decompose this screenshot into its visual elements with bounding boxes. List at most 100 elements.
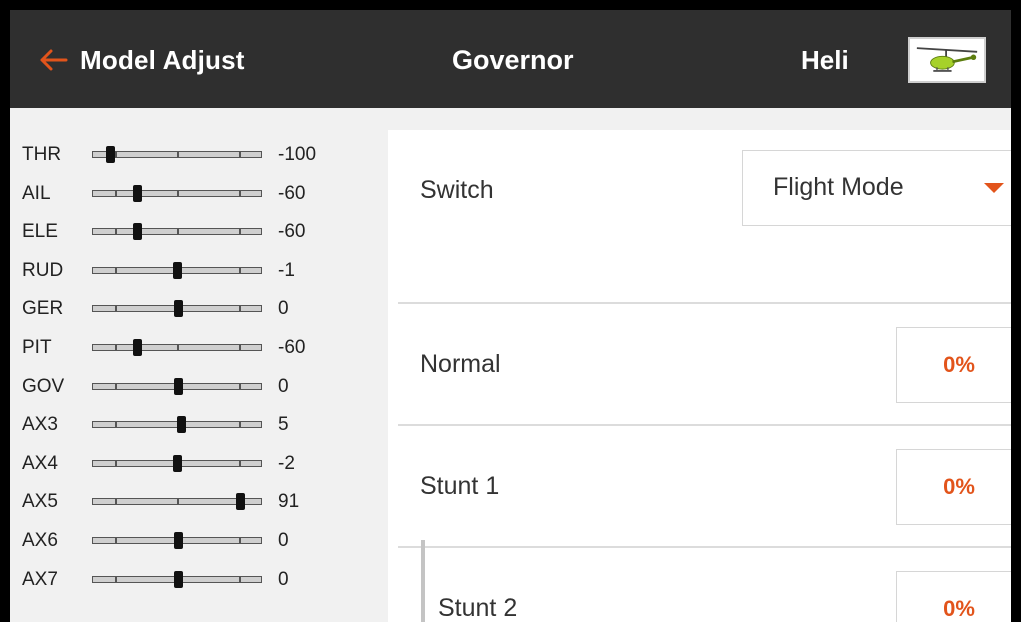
channel-row-ail: AIL -60 bbox=[10, 181, 385, 207]
channel-tick bbox=[177, 499, 179, 505]
channel-row-pit: PIT -60 bbox=[10, 335, 385, 361]
page-title: Governor bbox=[452, 45, 574, 75]
channel-name: PIT bbox=[22, 337, 52, 358]
channel-name: AIL bbox=[22, 182, 51, 204]
channel-position-indicator bbox=[174, 377, 183, 395]
channel-position-indicator bbox=[173, 261, 183, 279]
channel-tick bbox=[239, 190, 242, 196]
normal-value-field[interactable]: 0% bbox=[896, 327, 1011, 403]
channel-tick bbox=[239, 152, 242, 157]
channel-bar bbox=[92, 416, 262, 434]
channel-tick bbox=[114, 422, 117, 428]
screen: Model Adjust Governor Heli THR -100 AIL -60… bbox=[10, 10, 1011, 622]
channel-position-indicator bbox=[172, 454, 182, 472]
channel-position-indicator bbox=[177, 416, 187, 434]
channel-value: 0 bbox=[278, 298, 289, 320]
channel-row-ax4: AX4 -2 bbox=[10, 451, 385, 477]
channel-bar bbox=[92, 146, 262, 163]
channel-bar bbox=[92, 454, 262, 472]
channel-position-indicator bbox=[106, 146, 115, 163]
channel-tick bbox=[239, 306, 242, 312]
model-thumbnail[interactable] bbox=[908, 37, 986, 83]
channel-tick bbox=[114, 460, 117, 466]
stunt1-value-field[interactable]: 0% bbox=[896, 449, 1011, 525]
channel-name: ELE bbox=[22, 221, 58, 243]
channel-row-ele: ELE -60 bbox=[10, 219, 385, 245]
channel-tick bbox=[114, 306, 117, 312]
divider bbox=[398, 546, 1011, 548]
channel-position-indicator bbox=[133, 223, 143, 241]
channel-bar bbox=[92, 493, 262, 511]
channel-position-indicator bbox=[133, 339, 143, 356]
channel-position-indicator bbox=[174, 300, 183, 318]
model-name: Heli bbox=[801, 45, 849, 75]
channel-value: -100 bbox=[278, 144, 317, 165]
channel-tick bbox=[239, 383, 242, 389]
channel-name: GER bbox=[22, 298, 64, 320]
channel-tick bbox=[114, 190, 117, 196]
channel-row-ax6: AX6 0 bbox=[10, 528, 385, 554]
channel-tick bbox=[177, 229, 179, 235]
dropdown-arrow-icon bbox=[984, 183, 1004, 193]
channel-name: AX4 bbox=[22, 452, 58, 474]
stunt2-label: Stunt 2 bbox=[438, 594, 518, 622]
channel-bar bbox=[92, 184, 262, 202]
channel-bar bbox=[92, 570, 262, 588]
divider bbox=[398, 424, 1011, 426]
scroll-indicator bbox=[421, 540, 425, 622]
channel-tick bbox=[177, 190, 179, 196]
channel-bar bbox=[92, 261, 262, 279]
channel-tick bbox=[114, 499, 117, 505]
stunt2-value-field[interactable]: 0% bbox=[896, 571, 1011, 622]
back-arrow-icon bbox=[40, 49, 68, 71]
channel-name: THR bbox=[22, 144, 62, 165]
channel-row-ax7: AX7 0 bbox=[10, 567, 385, 593]
channel-bar bbox=[92, 300, 262, 318]
channel-tick bbox=[114, 229, 117, 235]
divider bbox=[398, 302, 1011, 304]
channel-value: -1 bbox=[278, 259, 295, 281]
channel-bar bbox=[92, 339, 262, 356]
channel-name: RUD bbox=[22, 259, 64, 281]
back-label: Model Adjust bbox=[80, 44, 245, 75]
top-bar: Model Adjust Governor Heli bbox=[10, 10, 1011, 108]
channel-name: GOV bbox=[22, 375, 65, 397]
channel-value: -60 bbox=[278, 182, 306, 204]
helicopter-icon bbox=[916, 47, 978, 72]
channel-tick bbox=[239, 538, 242, 543]
switch-label: Switch bbox=[420, 176, 494, 204]
channel-tick bbox=[239, 460, 242, 466]
channel-tick bbox=[114, 267, 117, 273]
channel-value: 91 bbox=[278, 491, 300, 513]
channel-name: AX5 bbox=[22, 491, 58, 513]
channel-value: 5 bbox=[278, 414, 289, 436]
channel-position-indicator bbox=[235, 493, 245, 511]
channel-position-indicator bbox=[133, 184, 143, 202]
channel-tick bbox=[239, 576, 242, 582]
channel-tick bbox=[177, 152, 179, 157]
channel-tick bbox=[114, 576, 117, 582]
channel-value: 0 bbox=[278, 530, 289, 551]
channel-position-indicator bbox=[174, 570, 183, 588]
channel-position-indicator bbox=[174, 532, 183, 549]
channel-row-ax5: AX5 91 bbox=[10, 489, 385, 515]
channel-name: AX6 bbox=[22, 530, 58, 551]
channel-row-ger: GER 0 bbox=[10, 296, 385, 322]
channel-tick bbox=[177, 345, 179, 350]
normal-label: Normal bbox=[420, 350, 501, 378]
channel-value: -2 bbox=[278, 452, 295, 474]
switch-dropdown[interactable]: Flight Mode bbox=[742, 150, 1011, 226]
channel-row-rud: RUD -1 bbox=[10, 258, 385, 284]
channel-bar bbox=[92, 532, 262, 549]
back-button[interactable]: Model Adjust bbox=[38, 40, 245, 80]
channel-name: AX7 bbox=[22, 568, 58, 590]
channel-tick bbox=[114, 383, 117, 389]
channel-tick bbox=[114, 345, 117, 350]
channel-value: 0 bbox=[278, 375, 289, 397]
channel-tick bbox=[239, 267, 242, 273]
channel-value: -60 bbox=[278, 337, 306, 358]
channel-bar bbox=[92, 223, 262, 241]
channel-row-gov: GOV 0 bbox=[10, 374, 385, 400]
channel-value: 0 bbox=[278, 568, 289, 590]
channel-tick bbox=[239, 422, 242, 428]
